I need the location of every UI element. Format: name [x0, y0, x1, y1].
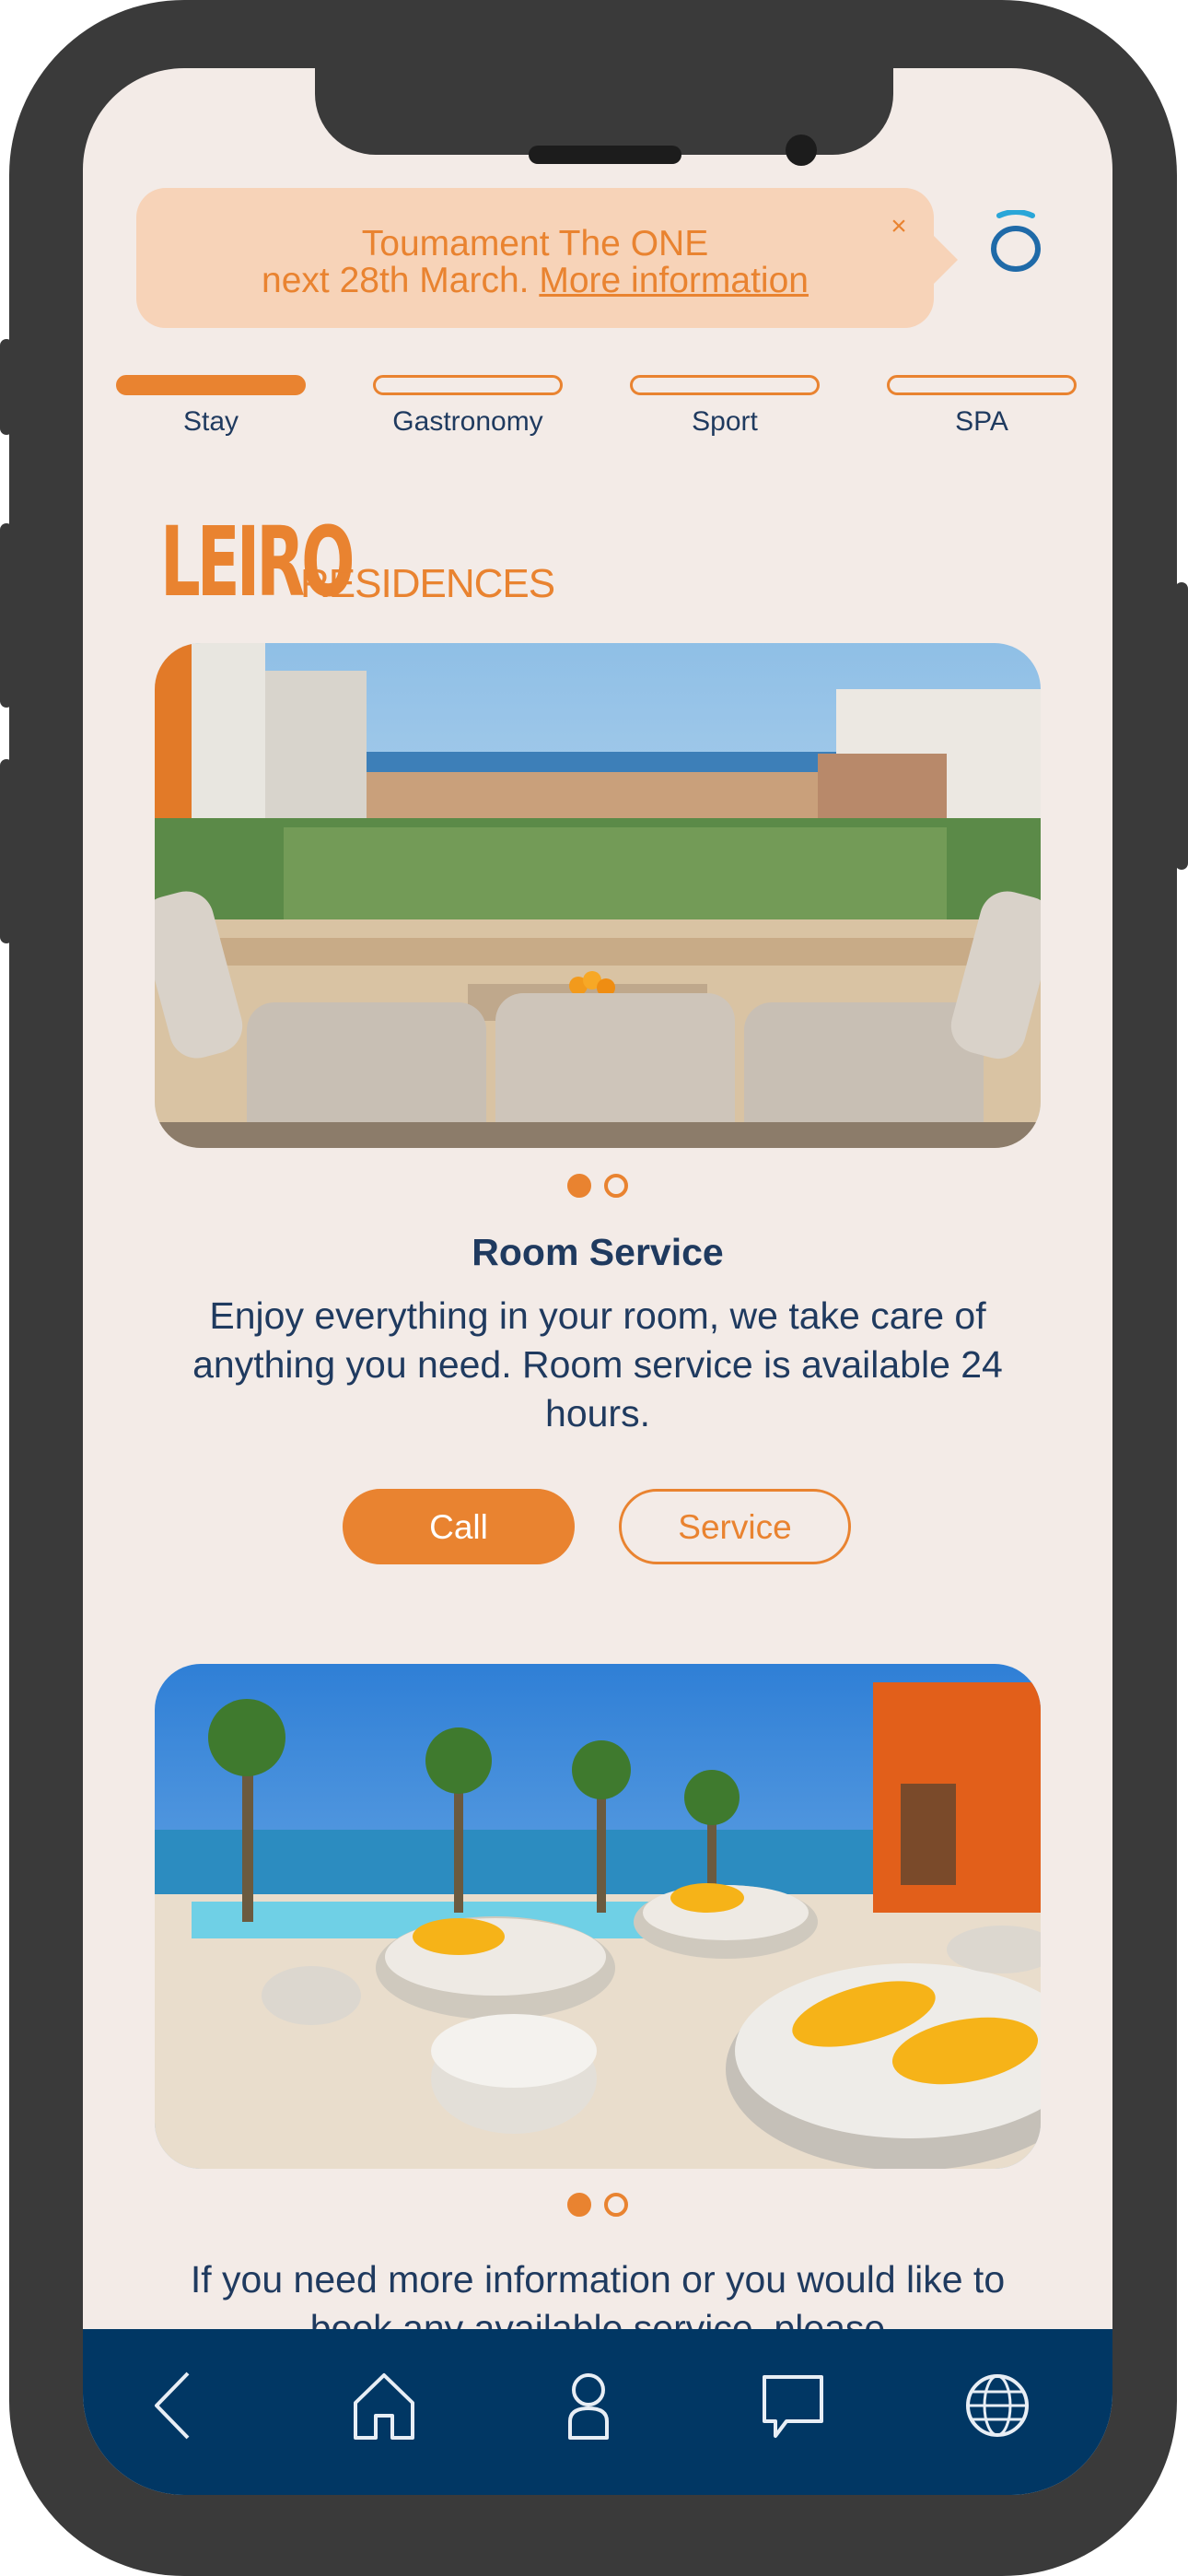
carousel-1-dots — [83, 1174, 1112, 1202]
tab-label: Sport — [692, 406, 758, 437]
back-icon[interactable] — [138, 2364, 221, 2447]
carousel-dot[interactable] — [567, 2193, 591, 2217]
home-icon[interactable] — [343, 2364, 425, 2447]
phone-volume-down — [0, 759, 13, 943]
banner-line1: Toumament The ONE — [361, 224, 709, 263]
balcony-sea-view-photo[interactable] — [155, 643, 1041, 1148]
logo-residences: RESIDENCES — [300, 561, 555, 606]
phone-power-button — [1175, 582, 1188, 870]
tab-stay[interactable]: Stay — [116, 375, 306, 438]
tab-gastronomy[interactable]: Gastronomy — [373, 375, 563, 438]
banner-tail — [930, 232, 958, 287]
tab-indicator — [887, 375, 1077, 395]
tab-label: Stay — [182, 406, 239, 437]
more-information-link[interactable]: More information — [539, 261, 809, 300]
profile-icon[interactable] — [547, 2364, 630, 2447]
front-camera — [786, 135, 817, 166]
tab-indicator — [373, 375, 563, 395]
carousel-2-dots — [83, 2193, 1112, 2221]
tab-label: Gastronomy — [392, 406, 543, 437]
carousel-dot[interactable] — [604, 1174, 628, 1198]
close-icon[interactable]: × — [886, 213, 912, 240]
tab-sport[interactable]: Sport — [630, 375, 820, 438]
pool-terrace-photo[interactable] — [155, 1664, 1041, 2169]
tab-indicator — [630, 375, 820, 395]
call-button[interactable]: Call — [343, 1489, 575, 1564]
tab-label: SPA — [955, 406, 1008, 437]
banner-line2-text: next 28th March. — [262, 261, 540, 300]
chat-icon[interactable] — [751, 2364, 834, 2447]
carousel-dot[interactable] — [567, 1174, 591, 1198]
tab-indicator — [116, 375, 306, 395]
room-service-description: Enjoy everything in your room, we take c… — [192, 1294, 1003, 1434]
phone-side-button — [0, 339, 13, 435]
phone-volume-up — [0, 523, 13, 708]
carousel-dot[interactable] — [604, 2193, 628, 2217]
notch-speaker — [529, 146, 681, 164]
banner-line2: next 28th March. More information — [136, 262, 934, 300]
promo-banner[interactable]: Toumament The ONE next 28th March. More … — [136, 188, 934, 328]
app-screen: Toumament The ONE next 28th March. More … — [83, 68, 1112, 2495]
globe-icon[interactable] — [956, 2364, 1039, 2447]
brand-o-icon[interactable] — [990, 210, 1042, 273]
bottom-navigation — [83, 2329, 1112, 2495]
room-service-title: Room Service — [472, 1231, 724, 1273]
service-button[interactable]: Service — [619, 1489, 851, 1564]
tab-spa[interactable]: SPA — [887, 375, 1077, 438]
